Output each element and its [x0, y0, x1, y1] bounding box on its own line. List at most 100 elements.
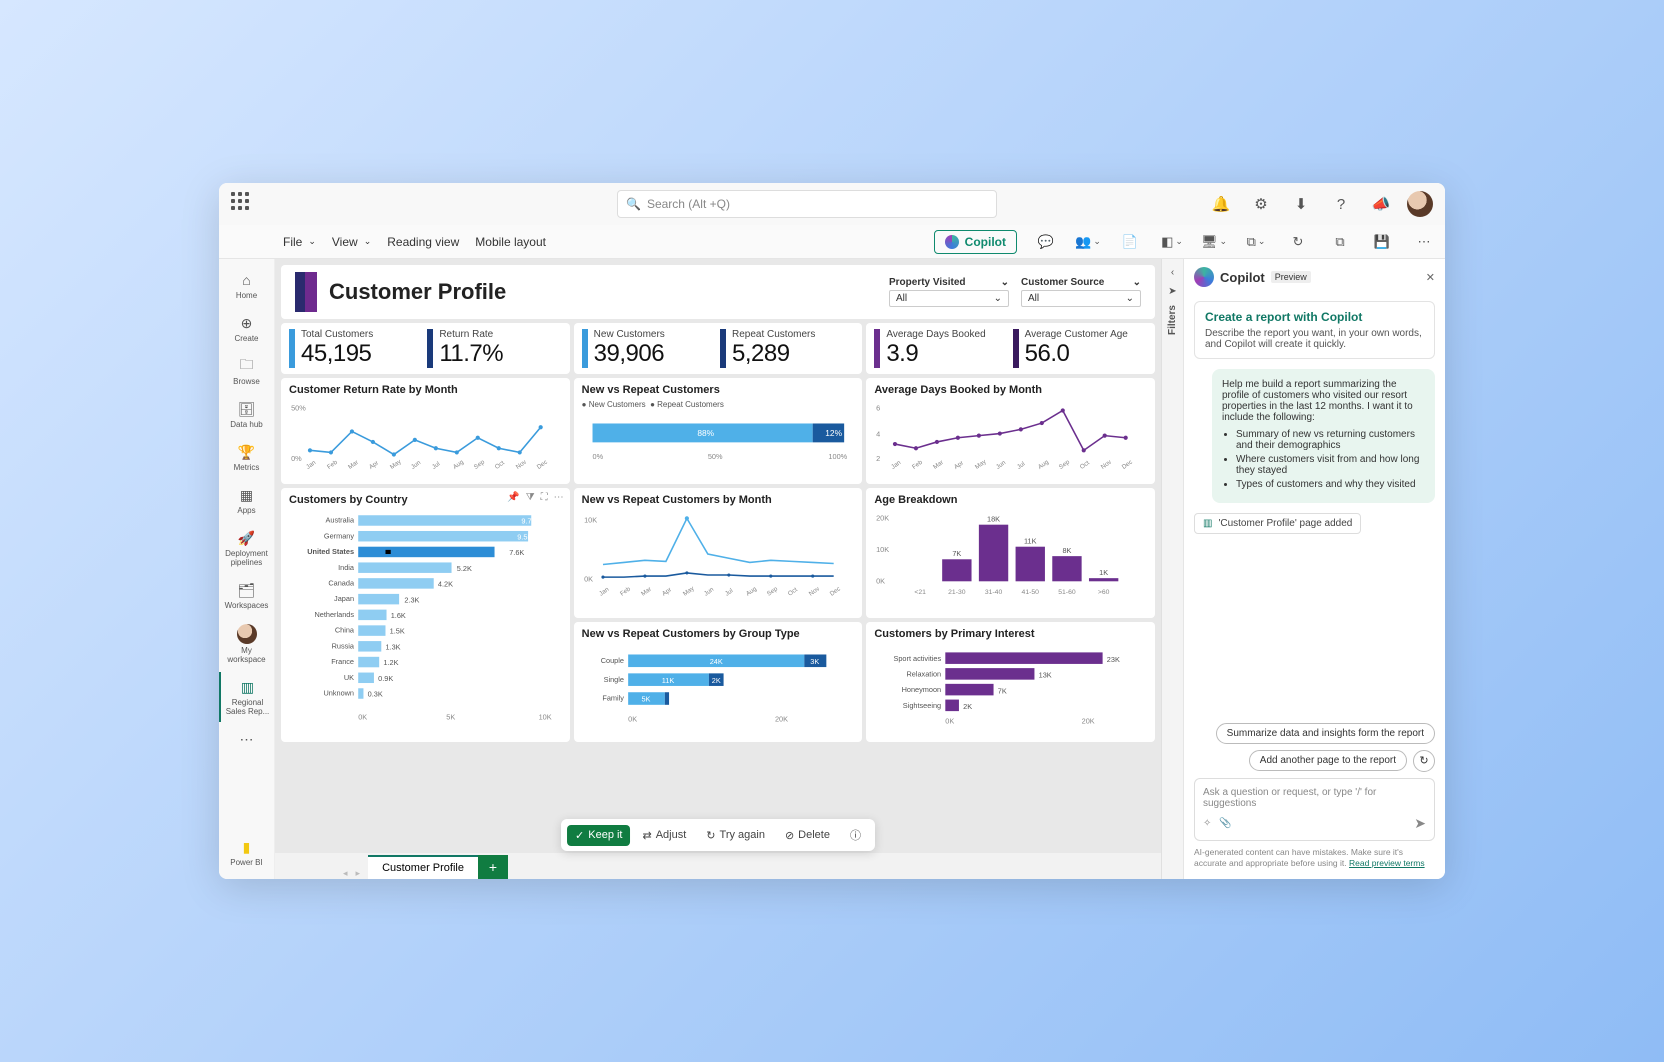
svg-text:Australia: Australia [326, 516, 355, 525]
file-menu[interactable]: File [283, 235, 316, 249]
svg-text:May: May [389, 458, 403, 471]
svg-text:China: China [335, 626, 355, 635]
kpi-card-customers[interactable]: Total Customers45,195 Return Rate11.7% [281, 323, 570, 374]
save-icon[interactable]: 💾 [1369, 229, 1395, 255]
announcements-icon[interactable]: 📣 [1367, 190, 1395, 218]
regenerate-suggestions-button[interactable]: ↻ [1413, 750, 1435, 772]
nav-home[interactable]: ⌂Home [219, 265, 274, 306]
chat-icon[interactable]: 💬 [1033, 229, 1059, 255]
chart-new-vs-repeat[interactable]: New vs Repeat Customers ● New Customers … [574, 378, 863, 484]
delete-icon: ⊘ [785, 829, 794, 842]
svg-text:0.3K: 0.3K [368, 690, 383, 699]
preview-terms-link[interactable]: Read preview terms [1349, 858, 1425, 868]
copilot-toggle-button[interactable]: Copilot [934, 230, 1017, 254]
nav-workspaces[interactable]: 🗂Workspaces [219, 575, 274, 616]
nav-datahub[interactable]: 🗄Data hub [219, 394, 274, 435]
chart-customers-by-country[interactable]: Customers by Country 📌⧩⛶⋯ Australia9.7K … [281, 488, 570, 741]
svg-text:Couple: Couple [600, 656, 623, 665]
filters-label: Filters [1167, 305, 1178, 335]
user-avatar[interactable] [1407, 191, 1433, 217]
nav-apps[interactable]: ▦Apps [219, 480, 274, 521]
try-again-button[interactable]: ↻Try again [698, 825, 773, 846]
notifications-icon[interactable]: 🔔 [1207, 190, 1235, 218]
sparkle-icon[interactable]: ✧ [1203, 818, 1211, 829]
app-launcher-icon[interactable] [231, 192, 255, 216]
legend: ● New Customers ● Repeat Customers [582, 400, 855, 409]
report-title: Customer Profile [329, 279, 506, 305]
nav-more[interactable]: ⋯ [219, 724, 274, 754]
svg-text:United States: United States [307, 547, 354, 556]
delete-button[interactable]: ⊘Delete [777, 825, 838, 846]
tab-nav-arrows[interactable]: ◂▸ [335, 868, 368, 879]
mobile-layout-button[interactable]: Mobile layout [475, 235, 546, 249]
close-copilot-button[interactable]: ✕ [1426, 271, 1435, 284]
chart-return-rate-month[interactable]: Customer Return Rate by Month 50% 0% Jan… [281, 378, 570, 484]
info-icon: ⓘ [850, 827, 861, 843]
settings-gear-icon[interactable]: ⚙ [1247, 190, 1275, 218]
info-button[interactable]: ⓘ [842, 823, 869, 847]
reading-view-button[interactable]: Reading view [387, 235, 459, 249]
export-icon[interactable]: ⧉ [1243, 229, 1269, 255]
report-canvas: Customer Profile Property Visited⌄ All⌄ … [275, 259, 1161, 853]
svg-text:Dec: Dec [536, 459, 549, 471]
copy-icon[interactable]: ⧉ [1327, 229, 1353, 255]
copilot-input[interactable]: Ask a question or request, or type '/' f… [1194, 778, 1435, 841]
chart-primary-interest[interactable]: Customers by Primary Interest Sport acti… [866, 622, 1155, 741]
workspaces-icon: 🗂 [238, 581, 256, 599]
copilot-status-message: ▥ 'Customer Profile' page added [1194, 513, 1361, 534]
kpi-card-age-days[interactable]: Average Days Booked3.9 Average Customer … [866, 323, 1155, 374]
slicer-property-visited[interactable]: Property Visited⌄ All⌄ [889, 277, 1009, 307]
visual-toolbar[interactable]: 📌⧩⛶⋯ [507, 492, 563, 503]
chart-nvr-by-month[interactable]: New vs Repeat Customers by Month 10K0K J… [574, 488, 863, 618]
chart-nvr-by-group[interactable]: New vs Repeat Customers by Group Type Co… [574, 622, 863, 741]
nav-pipelines[interactable]: 🚀Deployment pipelines [219, 523, 274, 573]
svg-text:Mar: Mar [347, 459, 360, 471]
suggestion-summarize[interactable]: Summarize data and insights form the rep… [1216, 723, 1435, 744]
filters-pane-collapsed[interactable]: ‹ ➤ Filters [1161, 259, 1183, 879]
svg-text:0.9K: 0.9K [378, 674, 393, 683]
nav-browse[interactable]: 🗀Browse [219, 351, 274, 392]
suggestion-add-page[interactable]: Add another page to the report [1249, 750, 1407, 771]
nav-powerbi[interactable]: ▮Power BI [219, 832, 274, 873]
svg-text:88%: 88% [697, 428, 714, 438]
svg-text:10K: 10K [539, 713, 552, 722]
persona-icon[interactable]: 👥 [1075, 229, 1101, 255]
svg-text:0K: 0K [946, 717, 955, 726]
nav-create[interactable]: ⊕Create [219, 308, 274, 349]
search-input[interactable]: 🔍 Search (Alt +Q) [617, 190, 997, 218]
svg-text:18K: 18K [987, 515, 1000, 524]
send-button[interactable]: ➤ [1414, 815, 1426, 832]
adjust-button[interactable]: ⇄Adjust [634, 825, 694, 846]
nav-regional-sales[interactable]: ▥Regional Sales Rep... [219, 672, 274, 722]
view-menu[interactable]: View [332, 235, 371, 249]
svg-text:>60: >60 [1098, 589, 1110, 596]
svg-text:Jan: Jan [305, 459, 318, 471]
tab-customer-profile[interactable]: Customer Profile [368, 855, 478, 879]
svg-text:Nov: Nov [1100, 458, 1114, 471]
refresh-icon[interactable]: ↻ [1285, 229, 1311, 255]
slicer-customer-source[interactable]: Customer Source⌄ All⌄ [1021, 277, 1141, 307]
help-icon[interactable]: ? [1327, 190, 1355, 218]
nav-metrics[interactable]: 🏆Metrics [219, 437, 274, 478]
preview-badge: Preview [1271, 271, 1311, 283]
svg-text:Jul: Jul [724, 588, 735, 598]
kpi-card-new-repeat[interactable]: New Customers39,906 Repeat Customers5,28… [574, 323, 863, 374]
present-icon[interactable]: 🖥 [1201, 229, 1227, 255]
svg-text:21-30: 21-30 [948, 589, 966, 596]
download-icon[interactable]: ⬇ [1287, 190, 1315, 218]
chart-avg-days-month[interactable]: Average Days Booked by Month 642 JanFebM… [866, 378, 1155, 484]
main: ⌂Home ⊕Create 🗀Browse 🗄Data hub 🏆Metrics… [219, 259, 1445, 879]
reading-icon[interactable]: 📄 [1117, 229, 1143, 255]
more-icon[interactable]: ⋯ [1411, 229, 1437, 255]
svg-text:Jan: Jan [598, 586, 611, 598]
chart-age-breakdown[interactable]: Age Breakdown 20K10K0K 7K 18K 11K 8K 1K … [866, 488, 1155, 618]
add-page-button[interactable]: + [478, 855, 508, 879]
explore-icon[interactable]: ◧ [1159, 229, 1185, 255]
svg-text:41-50: 41-50 [1022, 589, 1040, 596]
nav-my-workspace[interactable]: My workspace [219, 618, 274, 670]
svg-text:5K: 5K [641, 695, 650, 704]
svg-text:Canada: Canada [328, 579, 355, 588]
attach-icon[interactable]: 📎 [1219, 818, 1231, 829]
keep-it-button[interactable]: ✓Keep it [567, 825, 630, 846]
svg-text:7K: 7K [998, 687, 1007, 696]
